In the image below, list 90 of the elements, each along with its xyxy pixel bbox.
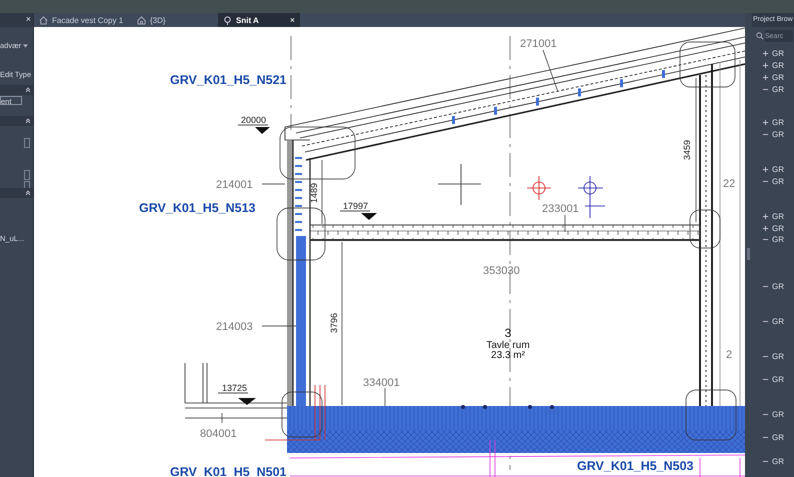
leader-line: [542, 50, 558, 92]
minus-icon[interactable]: [762, 131, 769, 138]
plus-icon[interactable]: [762, 213, 769, 220]
tree-item[interactable]: GR: [762, 224, 784, 233]
dimension-value: 3796: [329, 312, 339, 334]
minus-icon[interactable]: [762, 283, 769, 290]
target-icon: [526, 176, 552, 200]
room-area: 23.3 m²: [491, 350, 525, 361]
plus-icon[interactable]: [762, 62, 769, 69]
minus-icon[interactable]: [762, 318, 769, 325]
view-tab[interactable]: Facade vest Copy 1: [34, 13, 128, 27]
tree-item[interactable]: GR: [762, 235, 784, 244]
tree-item[interactable]: GR: [762, 433, 784, 442]
minus-icon[interactable]: [762, 86, 769, 93]
tree-item[interactable]: GR: [762, 212, 784, 221]
room-number: 3: [504, 326, 512, 340]
callout-outline: [680, 42, 736, 88]
element-id: 214003: [216, 321, 253, 333]
plus-icon[interactable]: [762, 74, 769, 81]
tree-item[interactable]: GR: [762, 165, 784, 174]
callout-outline: [690, 210, 720, 248]
dimension-value: 1489: [309, 182, 319, 204]
level-value: 13725: [222, 383, 248, 393]
element-id: 233001: [542, 203, 579, 215]
level-marker-icon: [218, 392, 256, 405]
element-id: 214001: [216, 179, 253, 191]
leader-line: [384, 388, 386, 406]
tree-item[interactable]: GR: [762, 410, 784, 419]
plus-icon[interactable]: [762, 119, 769, 126]
plus-icon[interactable]: [762, 225, 769, 232]
house-icon: [39, 16, 48, 24]
close-button[interactable]: ×: [26, 14, 31, 24]
collapse-icon: [25, 190, 31, 196]
tree-item[interactable]: GR: [762, 317, 784, 326]
level-marker-icon: [340, 210, 377, 220]
minus-icon[interactable]: [762, 376, 769, 383]
plus-icon[interactable]: [762, 50, 769, 57]
house-icon: [137, 16, 146, 24]
tree-item[interactable]: GR: [762, 85, 784, 94]
element-tag: GRV_K01_H5_N521: [170, 73, 287, 87]
search-icon: [756, 32, 764, 40]
target-icon: [578, 176, 606, 218]
tree-item[interactable]: GR: [762, 352, 784, 361]
element-id: 271001: [520, 38, 557, 50]
element-id: 2: [726, 349, 732, 361]
collapse-icon: [25, 87, 31, 93]
element-tag: GRV_K01_H5_N513: [139, 201, 256, 215]
callout-outline: [276, 208, 326, 260]
checkbox[interactable]: [24, 138, 30, 148]
level-marker-icon: [238, 124, 270, 134]
element-id: 804001: [200, 428, 237, 440]
tree-item[interactable]: GR: [762, 118, 784, 127]
caret-icon: [23, 44, 28, 48]
tree-item[interactable]: GR: [762, 457, 784, 466]
element-id: 334001: [363, 377, 400, 389]
section-icon: [223, 16, 232, 24]
callout-outline: [282, 392, 322, 438]
minus-icon[interactable]: [762, 434, 769, 441]
scroll-thumb[interactable]: [747, 248, 750, 260]
tree-item[interactable]: GR: [762, 130, 784, 139]
section-header[interactable]: [0, 188, 33, 198]
leader-line: [564, 214, 566, 232]
minus-icon[interactable]: [762, 458, 769, 465]
checkbox[interactable]: [24, 170, 30, 180]
minus-icon[interactable]: [762, 411, 769, 418]
minus-icon[interactable]: [762, 353, 769, 360]
view-tab[interactable]: {3D}: [132, 13, 214, 27]
tree-item[interactable]: GR: [762, 375, 784, 384]
minus-icon[interactable]: [762, 178, 769, 185]
tree-item[interactable]: GR: [762, 61, 784, 70]
level-value: 20000: [241, 115, 266, 125]
dimension-value: 3459: [682, 140, 692, 160]
room-name: Tavle rum: [486, 340, 530, 351]
view-tab[interactable]: Snit A ×: [218, 13, 300, 27]
collapse-icon: [25, 118, 31, 124]
tree-item[interactable]: GR: [762, 177, 784, 186]
section-header[interactable]: [0, 85, 33, 95]
callout-outline: [686, 390, 736, 440]
section-header[interactable]: [0, 116, 33, 126]
element-tag: GRV_K01_H5_N503: [577, 459, 694, 473]
plus-icon[interactable]: [762, 166, 769, 173]
minus-icon[interactable]: [762, 236, 769, 243]
element-id: 353030: [483, 265, 520, 277]
crosshair-icon: [438, 164, 482, 206]
close-tab-button[interactable]: ×: [290, 15, 295, 25]
tree-item[interactable]: GR: [762, 282, 784, 291]
tree-item[interactable]: GR: [762, 49, 784, 58]
tree-item[interactable]: GR: [762, 73, 784, 82]
element-id: 22: [723, 178, 736, 190]
level-value: 17997: [343, 201, 368, 211]
